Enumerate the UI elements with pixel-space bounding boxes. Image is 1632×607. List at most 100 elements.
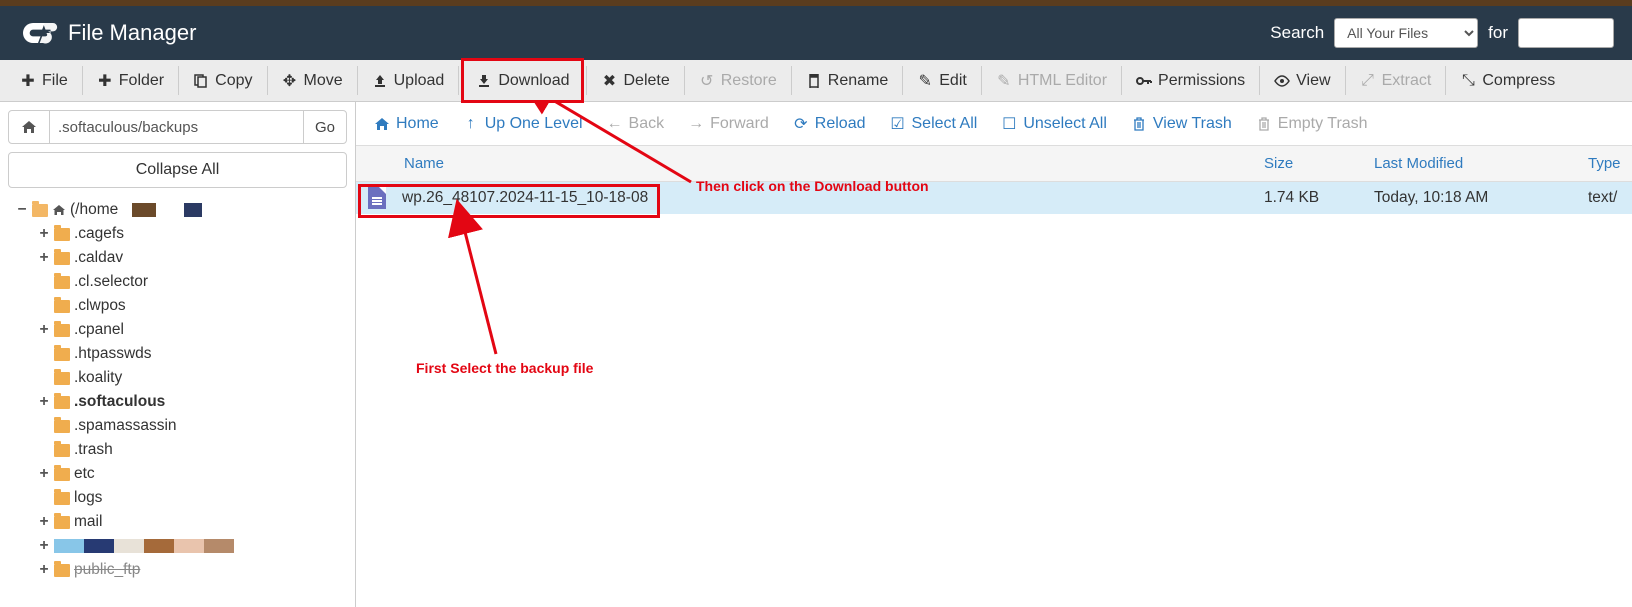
home-icon	[52, 204, 66, 216]
pencil-icon: ✎	[917, 73, 933, 89]
expand-toggle[interactable]: +	[38, 318, 50, 342]
home-icon	[21, 120, 37, 134]
file-icon	[368, 187, 386, 209]
tree-item[interactable]: +.caldav	[38, 246, 347, 270]
expand-toggle[interactable]: +	[38, 510, 50, 534]
trash-icon	[1131, 116, 1147, 132]
folder-icon	[54, 372, 70, 385]
move-button[interactable]: ✥Move	[270, 60, 355, 101]
move-icon: ✥	[282, 73, 298, 89]
plus-icon: ✚	[97, 73, 113, 89]
table-row[interactable]: wp.26_48107.2024-11-15_10-18-08 1.74 KB …	[356, 182, 1632, 214]
unselect-all-button[interactable]: ☐Unselect All	[1001, 115, 1107, 133]
new-file-button[interactable]: ✚File	[8, 60, 80, 101]
cell-type: text/	[1588, 189, 1632, 207]
tree-item[interactable]: +	[38, 534, 347, 558]
tree-item-label: .htpasswds	[74, 342, 152, 366]
tree-item[interactable]: .trash	[38, 438, 347, 462]
tree-item-label: public_ftp	[74, 558, 140, 582]
delete-icon: ✖	[601, 73, 617, 89]
folder-icon	[54, 396, 70, 409]
empty-trash-button[interactable]: Empty Trash	[1256, 115, 1368, 133]
forward-arrow-icon: →	[688, 116, 704, 132]
tree-item-label: mail	[74, 510, 102, 534]
table-header: Name Size Last Modified Type	[356, 146, 1632, 182]
collapse-toggle[interactable]: −	[16, 198, 28, 222]
file-toolbar: Home ↑Up One Level ←Back →Forward ⟳Reloa…	[356, 102, 1632, 146]
download-icon	[476, 73, 492, 89]
edit-button[interactable]: ✎Edit	[905, 60, 979, 101]
tree-item[interactable]: + .cpanel	[38, 318, 347, 342]
back-button[interactable]: ←Back	[607, 115, 665, 133]
delete-button[interactable]: ✖Delete	[589, 60, 681, 101]
expand-toggle[interactable]: +	[38, 390, 50, 414]
go-button[interactable]: Go	[303, 110, 347, 144]
expand-toggle[interactable]: +	[38, 462, 50, 486]
upload-icon	[372, 73, 388, 89]
back-arrow-icon: ←	[607, 116, 623, 132]
rename-icon	[806, 73, 822, 89]
tree-item[interactable]: logs	[38, 486, 347, 510]
tree-item[interactable]: + etc	[38, 462, 347, 486]
path-bar: Go	[0, 102, 355, 152]
tree-root[interactable]: − (/home	[16, 198, 347, 222]
html-editor-button[interactable]: ✎HTML Editor	[984, 60, 1119, 101]
tree-root-label: (/home	[70, 198, 118, 222]
download-button[interactable]: Download	[461, 58, 584, 103]
column-size[interactable]: Size	[1264, 155, 1374, 172]
collapse-all-button[interactable]: Collapse All	[8, 152, 347, 188]
new-folder-button[interactable]: ✚Folder	[85, 60, 176, 101]
view-button[interactable]: View	[1262, 60, 1342, 101]
tree-item[interactable]: .clwpos	[38, 294, 347, 318]
tree-item[interactable]: +.cagefs	[38, 222, 347, 246]
column-type[interactable]: Type	[1588, 155, 1632, 172]
plus-icon: ✚	[20, 73, 36, 89]
search-input[interactable]	[1518, 18, 1614, 48]
view-trash-button[interactable]: View Trash	[1131, 115, 1232, 133]
search-scope-select[interactable]: All Your Files	[1334, 18, 1478, 48]
expand-toggle[interactable]: +	[38, 558, 50, 582]
restore-button[interactable]: ↺Restore	[687, 60, 789, 101]
tree-item[interactable]: +.softaculous	[38, 390, 347, 414]
tree-item[interactable]: + mail	[38, 510, 347, 534]
rename-button[interactable]: Rename	[794, 60, 900, 101]
tree-item[interactable]: .htpasswds	[38, 342, 347, 366]
compress-button[interactable]: ⤡Compress	[1448, 60, 1567, 101]
eye-icon	[1274, 73, 1290, 89]
tree-item[interactable]: .spamassassin	[38, 414, 347, 438]
expand-toggle[interactable]: +	[38, 534, 50, 558]
expand-toggle[interactable]: +	[38, 222, 50, 246]
copy-button[interactable]: Copy	[181, 60, 264, 101]
folder-icon	[54, 564, 70, 577]
column-name[interactable]: Name	[356, 155, 1264, 172]
annotation-first: First Select the backup file	[416, 360, 593, 376]
column-modified[interactable]: Last Modified	[1374, 155, 1588, 172]
html-icon: ✎	[996, 73, 1012, 89]
up-one-level-button[interactable]: ↑Up One Level	[463, 115, 583, 133]
tree-item-label: .clwpos	[74, 294, 126, 318]
tree-item-label: .cpanel	[74, 318, 124, 342]
upload-button[interactable]: Upload	[360, 60, 457, 101]
folder-icon	[54, 516, 70, 529]
permissions-button[interactable]: Permissions	[1124, 60, 1257, 101]
trash-icon	[1256, 116, 1272, 132]
reload-button[interactable]: ⟳Reload	[793, 115, 866, 133]
select-all-button[interactable]: ☑Select All	[890, 115, 978, 133]
tree-item[interactable]: .koality	[38, 366, 347, 390]
home-button[interactable]: Home	[374, 115, 439, 133]
extract-button[interactable]: ⤢Extract	[1348, 60, 1444, 101]
tree-item[interactable]: + public_ftp	[38, 558, 347, 582]
forward-button[interactable]: →Forward	[688, 115, 769, 133]
folder-icon	[54, 300, 70, 313]
expand-toggle[interactable]: +	[38, 246, 50, 270]
tree-item[interactable]: .cl.selector	[38, 270, 347, 294]
folder-icon	[54, 228, 70, 241]
path-home-button[interactable]	[8, 110, 50, 144]
folder-icon	[54, 468, 70, 481]
redaction-blocks	[54, 539, 234, 553]
app-title: File Manager	[68, 20, 196, 46]
path-input[interactable]	[50, 110, 303, 144]
cpanel-icon	[18, 19, 58, 47]
tree-item-label: etc	[74, 462, 95, 486]
file-pane: Home ↑Up One Level ←Back →Forward ⟳Reloa…	[356, 102, 1632, 607]
